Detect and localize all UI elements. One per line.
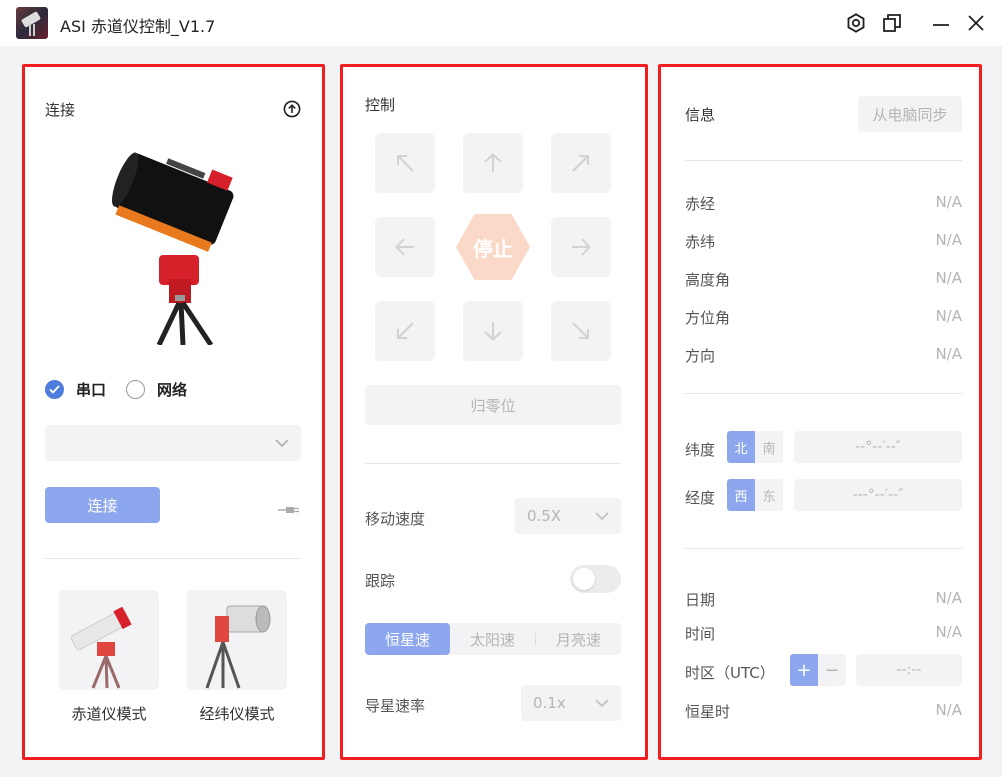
minimize-icon[interactable] bbox=[928, 10, 954, 36]
connection-panel: 连接 串口 网络 连接 赤道仪模式 经纬仪模式 bbox=[22, 64, 325, 760]
upload-icon[interactable] bbox=[283, 100, 301, 118]
move-southeast-button[interactable] bbox=[551, 301, 611, 361]
altitude-value: N/A bbox=[935, 269, 962, 287]
divider bbox=[685, 548, 962, 549]
info-panel: 信息 从电脑同步 赤经 N/A 赤纬 N/A 高度角 N/A 方位角 N/A 方… bbox=[658, 64, 982, 760]
radio-serial-label: 串口 bbox=[76, 381, 107, 399]
guide-rate-select[interactable]: 0.1x bbox=[521, 685, 621, 721]
longitude-label: 经度 bbox=[685, 489, 716, 507]
radio-network[interactable]: 网络 bbox=[126, 379, 187, 400]
time-label: 时间 bbox=[685, 625, 716, 643]
latitude-label: 纬度 bbox=[685, 441, 716, 459]
latitude-south-button[interactable]: 南 bbox=[755, 431, 783, 463]
toggle-knob bbox=[573, 568, 595, 590]
timezone-minus-button[interactable]: − bbox=[818, 654, 846, 686]
tracking-label: 跟踪 bbox=[365, 572, 396, 590]
sidereal-time-value: N/A bbox=[935, 701, 962, 719]
move-north-button[interactable] bbox=[463, 133, 523, 193]
date-value: N/A bbox=[935, 589, 962, 607]
control-panel: 控制 停止 归零位 移动速度 0.5X 跟踪 恒星速 太阳速 月亮速 导星速率 bbox=[340, 64, 648, 760]
guide-rate-value: 0.1x bbox=[533, 694, 566, 712]
connection-title: 连接 bbox=[45, 101, 76, 119]
radio-serial[interactable]: 串口 bbox=[45, 379, 106, 400]
home-button[interactable]: 归零位 bbox=[365, 385, 621, 425]
guide-rate-label: 导星速率 bbox=[365, 697, 426, 715]
control-title: 控制 bbox=[365, 96, 396, 114]
radio-network-label: 网络 bbox=[157, 381, 188, 399]
longitude-east-button[interactable]: 东 bbox=[755, 479, 783, 511]
divider bbox=[685, 160, 962, 161]
info-title: 信息 bbox=[685, 106, 716, 124]
direction-label: 方向 bbox=[685, 347, 716, 365]
divider bbox=[45, 558, 301, 559]
altitude-label: 高度角 bbox=[685, 271, 731, 289]
tracking-rate-segmented: 恒星速 太阳速 月亮速 bbox=[365, 623, 621, 655]
plug-icon bbox=[278, 500, 300, 519]
divider bbox=[365, 463, 621, 464]
tracking-toggle[interactable] bbox=[570, 565, 621, 593]
direction-value: N/A bbox=[935, 345, 962, 363]
stop-button[interactable]: 停止 bbox=[456, 214, 530, 280]
arrow-up-left-icon bbox=[397, 155, 414, 172]
arrow-left-icon bbox=[395, 238, 414, 256]
azimuth-value: N/A bbox=[935, 307, 962, 325]
mode-equatorial-card[interactable] bbox=[59, 590, 159, 690]
chevron-down-icon bbox=[595, 511, 609, 520]
arrow-down-icon bbox=[484, 322, 502, 341]
move-speed-value: 0.5X bbox=[527, 507, 562, 525]
connect-button[interactable]: 连接 bbox=[45, 487, 160, 523]
arrow-up-right-icon bbox=[572, 155, 589, 172]
timezone-label: 时区（UTC） bbox=[685, 664, 775, 682]
move-northeast-button[interactable] bbox=[551, 133, 611, 193]
ra-value: N/A bbox=[935, 193, 962, 211]
mode-equatorial-label: 赤道仪模式 bbox=[71, 705, 147, 723]
move-speed-select[interactable]: 0.5X bbox=[515, 498, 621, 534]
move-southwest-button[interactable] bbox=[375, 301, 435, 361]
check-icon bbox=[45, 380, 64, 399]
tracking-rate-solar[interactable]: 太阳速 bbox=[450, 623, 535, 655]
arrow-right-icon bbox=[572, 238, 591, 256]
mode-altaz-card[interactable] bbox=[187, 590, 287, 690]
move-east-button[interactable] bbox=[551, 217, 611, 277]
settings-icon[interactable] bbox=[843, 10, 869, 36]
longitude-hemisphere: 西 东 bbox=[727, 479, 783, 511]
chevron-down-icon bbox=[595, 698, 609, 707]
app-icon bbox=[16, 7, 48, 39]
timezone-sign: + − bbox=[790, 654, 846, 686]
arrow-down-left-icon bbox=[397, 322, 414, 339]
longitude-input[interactable]: ---°--′--″ bbox=[794, 479, 962, 511]
radio-unchecked-icon bbox=[126, 380, 145, 399]
port-select[interactable] bbox=[45, 425, 301, 461]
time-value: N/A bbox=[935, 623, 962, 641]
telescope-image bbox=[103, 145, 253, 347]
window-title: ASI 赤道仪控制_V1.7 bbox=[60, 17, 216, 36]
azimuth-label: 方位角 bbox=[685, 309, 731, 327]
sidereal-time-label: 恒星时 bbox=[685, 703, 731, 721]
dec-label: 赤纬 bbox=[685, 233, 716, 251]
move-northwest-button[interactable] bbox=[375, 133, 435, 193]
move-speed-label: 移动速度 bbox=[365, 510, 426, 528]
arrow-down-right-icon bbox=[572, 322, 589, 339]
close-icon[interactable] bbox=[963, 10, 989, 36]
longitude-west-button[interactable]: 西 bbox=[727, 479, 755, 511]
sync-from-pc-button[interactable]: 从电脑同步 bbox=[858, 96, 962, 132]
timezone-plus-button[interactable]: + bbox=[790, 654, 818, 686]
latitude-hemisphere: 北 南 bbox=[727, 431, 783, 463]
dec-value: N/A bbox=[935, 231, 962, 249]
latitude-north-button[interactable]: 北 bbox=[727, 431, 755, 463]
latitude-input[interactable]: --°--′--″ bbox=[794, 431, 962, 463]
restore-icon[interactable] bbox=[879, 10, 905, 36]
mode-altaz-label: 经纬仪模式 bbox=[199, 705, 275, 723]
tracking-rate-lunar[interactable]: 月亮速 bbox=[536, 623, 621, 655]
date-label: 日期 bbox=[685, 591, 716, 609]
chevron-down-icon bbox=[275, 438, 289, 447]
ra-label: 赤经 bbox=[685, 195, 716, 213]
move-south-button[interactable] bbox=[463, 301, 523, 361]
timezone-input[interactable]: --:-- bbox=[856, 654, 962, 686]
divider bbox=[685, 393, 962, 394]
arrow-up-icon bbox=[484, 153, 502, 172]
title-bar: ASI 赤道仪控制_V1.7 bbox=[0, 0, 1002, 46]
tracking-rate-sidereal[interactable]: 恒星速 bbox=[365, 623, 450, 655]
move-west-button[interactable] bbox=[375, 217, 435, 277]
